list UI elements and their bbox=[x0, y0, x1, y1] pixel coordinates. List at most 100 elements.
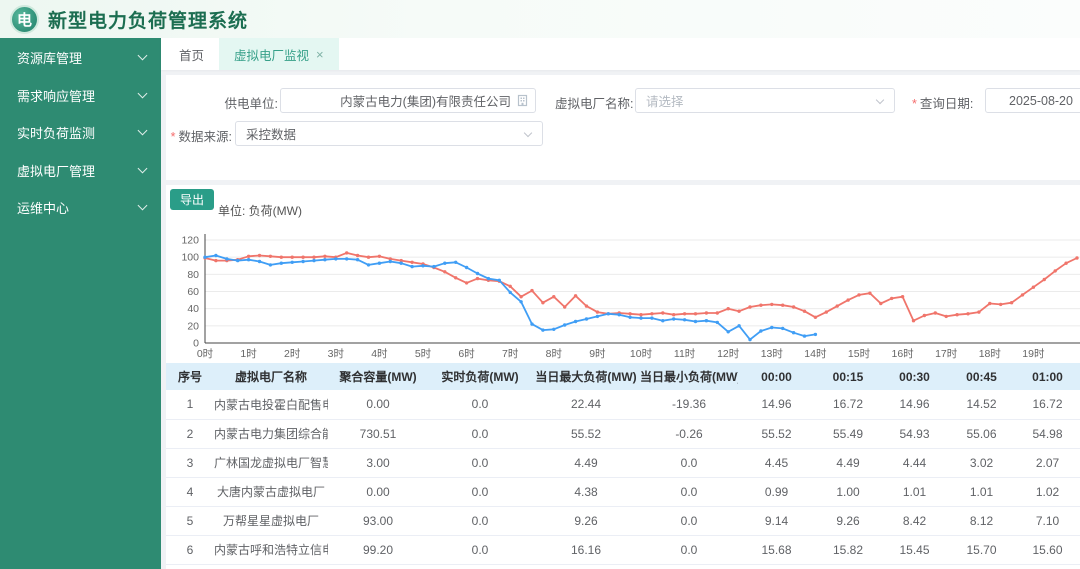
table-cell: 15.68 bbox=[738, 535, 815, 565]
svg-text:4时: 4时 bbox=[371, 348, 388, 360]
table-cell: 55.49 bbox=[815, 419, 881, 449]
supply-unit-label: 供电单位: bbox=[224, 97, 278, 111]
column-header: 虚拟电厂名称 bbox=[214, 363, 328, 390]
sidebar-item-2[interactable]: 实时负荷监测 bbox=[0, 114, 161, 152]
sidebar-item-1[interactable]: 需求响应管理 bbox=[0, 77, 161, 115]
svg-text:3时: 3时 bbox=[328, 348, 345, 360]
column-header: 00:45 bbox=[948, 363, 1015, 390]
table-cell: 0.0 bbox=[428, 448, 532, 478]
column-header: 序号 bbox=[166, 363, 214, 390]
table-cell: 内蒙古呼和浩特立信电... bbox=[214, 535, 328, 565]
table-cell: 2 bbox=[166, 419, 214, 449]
sidebar-item-3[interactable]: 虚拟电厂管理 bbox=[0, 152, 161, 190]
table-cell: 0.00 bbox=[328, 477, 428, 507]
svg-text:12时: 12时 bbox=[717, 348, 740, 360]
table-header: 序号 虚拟电厂名称 聚合容量(MW) 实时负荷(MW) 当日最大负荷(MW) 当日最小负荷… bbox=[166, 363, 1080, 390]
table-cell: 0.0 bbox=[428, 477, 532, 507]
app-logo-icon: 电 bbox=[10, 4, 39, 34]
table-cell: 22.44 bbox=[532, 390, 640, 420]
table-row: 2内蒙古电力集团综合能...730.510.055.52-0.2655.5255… bbox=[166, 419, 1080, 449]
table-cell: 55.06 bbox=[948, 419, 1015, 449]
svg-text:8时: 8时 bbox=[546, 348, 563, 360]
chevron-down-icon bbox=[875, 95, 885, 105]
table-cell: 15.70 bbox=[948, 535, 1015, 565]
table-cell: 3.00 bbox=[328, 448, 428, 478]
table-cell: 1.02 bbox=[1015, 477, 1080, 507]
svg-text:13时: 13时 bbox=[761, 348, 784, 360]
sidebar-item-label: 需求响应管理 bbox=[17, 88, 96, 104]
filter-panel: 供电单位: 内蒙古电力(集团)有限责任公司 虚拟电厂名称: 请选择 * 查询日期… bbox=[166, 75, 1080, 180]
table-cell: 广林国龙虚拟电厂智慧... bbox=[214, 448, 328, 478]
svg-text:5时: 5时 bbox=[415, 348, 432, 360]
supply-unit-input[interactable]: 内蒙古电力(集团)有限责任公司 bbox=[280, 88, 536, 113]
table-cell: 8.12 bbox=[948, 506, 1015, 536]
table-cell: 93.00 bbox=[328, 506, 428, 536]
svg-text:40: 40 bbox=[187, 303, 199, 315]
svg-text:18时: 18时 bbox=[979, 348, 1002, 360]
table-cell: 1 bbox=[166, 390, 214, 420]
building-icon bbox=[517, 94, 528, 107]
table-cell: 55.52 bbox=[738, 419, 815, 449]
tab-bar: 首页 虚拟电厂监视 × bbox=[161, 38, 1080, 70]
data-source-value: 采控数据 bbox=[246, 128, 297, 142]
table-cell: 2.07 bbox=[1015, 448, 1080, 478]
table-cell: 730.51 bbox=[328, 419, 428, 449]
table-cell: 15.60 bbox=[1015, 535, 1080, 565]
chevron-down-icon bbox=[137, 50, 148, 61]
svg-text:15时: 15时 bbox=[848, 348, 871, 360]
table-cell: 0.0 bbox=[640, 477, 738, 507]
column-header: 00:00 bbox=[738, 363, 815, 390]
column-header: 当日最小负荷(MW) bbox=[640, 363, 738, 390]
sidebar-item-label: 实时负荷监测 bbox=[17, 126, 96, 142]
vpp-name-select[interactable]: 请选择 bbox=[635, 88, 895, 113]
table-cell: 3.02 bbox=[948, 448, 1015, 478]
table-cell: 4.49 bbox=[815, 448, 881, 478]
table-row: 6内蒙古呼和浩特立信电...99.200.016.160.015.6815.82… bbox=[166, 535, 1080, 565]
sidebar-item-label: 虚拟电厂管理 bbox=[17, 163, 96, 179]
query-date-input[interactable]: 2025-08-20 bbox=[985, 88, 1080, 113]
svg-text:14时: 14时 bbox=[804, 348, 827, 360]
table-row: 1内蒙古电投霍白配售电...0.000.022.44-19.3614.9616.… bbox=[166, 390, 1080, 420]
tab-1[interactable]: 虚拟电厂监视 × bbox=[219, 38, 339, 70]
column-header: 当日最大负荷(MW) bbox=[532, 363, 640, 390]
table-cell: -19.36 bbox=[640, 390, 738, 420]
main-area: 首页 虚拟电厂监视 × 供电单位: 内蒙古电力(集团)有限责任公司 虚拟电厂名称: bbox=[161, 38, 1080, 569]
tab-0[interactable]: 首页 bbox=[164, 38, 219, 70]
table-cell: 内蒙古电力集团综合能... bbox=[214, 419, 328, 449]
column-header: 聚合容量(MW) bbox=[328, 363, 428, 390]
load-line-chart: 0204060801001200时 1时 2时 3时 4时 5时 6时 7时 8时 9时 10时 11… bbox=[181, 234, 1080, 360]
sidebar-item-label: 资源库管理 bbox=[17, 51, 83, 67]
sidebar-item-4[interactable]: 运维中心 bbox=[0, 189, 161, 227]
svg-text:10时: 10时 bbox=[630, 348, 653, 360]
sidebar-item-0[interactable]: 资源库管理 bbox=[0, 39, 161, 77]
app-header: 电 新型电力负荷管理系统 bbox=[0, 0, 1080, 38]
table-cell: 0.0 bbox=[640, 506, 738, 536]
column-header: 01:00 bbox=[1015, 363, 1080, 390]
table-cell: 0.0 bbox=[640, 448, 738, 478]
svg-text:17时: 17时 bbox=[935, 348, 958, 360]
table-cell: 4.44 bbox=[881, 448, 948, 478]
tab-label: 首页 bbox=[179, 48, 205, 63]
content-area: 供电单位: 内蒙古电力(集团)有限责任公司 虚拟电厂名称: 请选择 * 查询日期… bbox=[166, 70, 1080, 569]
svg-text:20: 20 bbox=[187, 320, 199, 332]
table-cell: 0.0 bbox=[428, 506, 532, 536]
export-button[interactable]: 导出 bbox=[170, 189, 215, 210]
vpp-name-placeholder: 请选择 bbox=[646, 95, 684, 109]
close-icon[interactable]: × bbox=[316, 48, 324, 61]
table-cell: 54.93 bbox=[881, 419, 948, 449]
vpp-table: 序号 虚拟电厂名称 聚合容量(MW) 实时负荷(MW) 当日最大负荷(MW) 当日最小负荷… bbox=[166, 363, 1080, 565]
sidebar-item-label: 运维中心 bbox=[17, 201, 70, 217]
chart-panel: 导出 单位: 负荷(MW) 0 20 40 60 80 100 120 0时 1时 2时 3时 4时 5… bbox=[166, 185, 1080, 569]
logo-glyph: 电 bbox=[16, 11, 32, 29]
table-cell: 内蒙古电投霍白配售电... bbox=[214, 390, 328, 420]
svg-text:2时: 2时 bbox=[284, 348, 301, 360]
table-cell: -0.26 bbox=[640, 419, 738, 449]
svg-text:80: 80 bbox=[187, 269, 199, 281]
table-cell: 万帮星星虚拟电厂 bbox=[214, 506, 328, 536]
table-cell: 6 bbox=[166, 535, 214, 565]
table-cell: 16.16 bbox=[532, 535, 640, 565]
column-header: 实时负荷(MW) bbox=[428, 363, 532, 390]
data-source-select[interactable]: 采控数据 bbox=[235, 121, 543, 146]
required-asterisk: * bbox=[170, 130, 176, 144]
table-cell: 15.82 bbox=[815, 535, 881, 565]
